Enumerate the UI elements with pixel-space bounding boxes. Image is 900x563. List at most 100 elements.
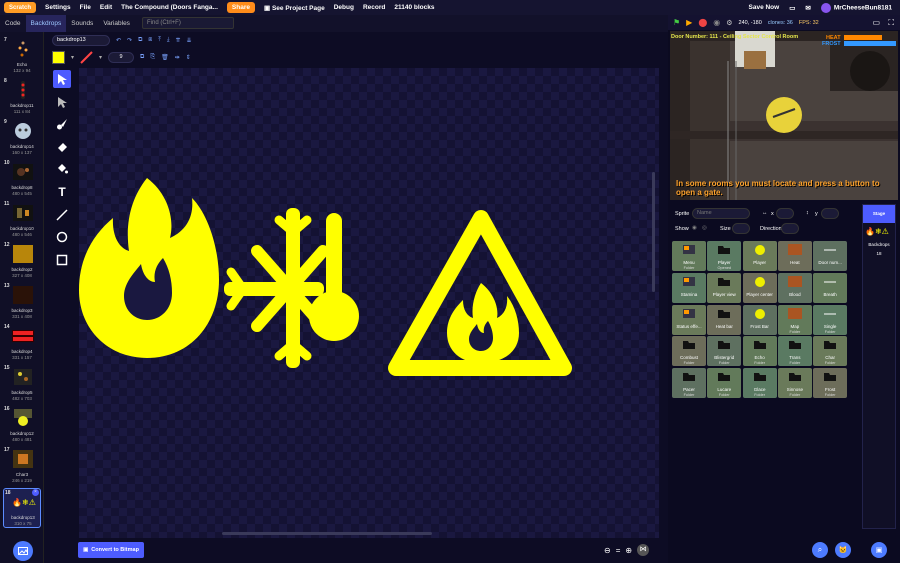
- horizontal-scrollbar[interactable]: [222, 532, 432, 535]
- sprite-tile[interactable]: Player center: [742, 272, 777, 303]
- brush-tool[interactable]: [53, 115, 71, 133]
- convert-to-bitmap-button[interactable]: ▣ Convert to Bitmap: [78, 542, 144, 558]
- sprite-tile[interactable]: Player view: [707, 272, 742, 303]
- paste-icon[interactable]: ⎘: [150, 54, 155, 61]
- sprite-tile[interactable]: Glace Folder: [742, 368, 777, 399]
- backward-icon[interactable]: ⤓: [167, 37, 170, 44]
- flip-vertical-icon[interactable]: ⇕: [186, 54, 191, 61]
- paint-canvas[interactable]: [79, 68, 659, 538]
- debug-button[interactable]: Debug: [334, 4, 354, 11]
- menu-file[interactable]: File: [80, 4, 91, 11]
- mail-icon[interactable]: ✉: [805, 4, 810, 12]
- sprite-tile[interactable]: Frost Bar: [742, 304, 777, 335]
- flip-horizontal-icon[interactable]: ⇹: [175, 54, 180, 61]
- zoom-in-icon[interactable]: ⊕: [625, 546, 632, 555]
- copy-icon[interactable]: ⧉: [140, 54, 144, 61]
- sprite-tile[interactable]: Echo Folder: [742, 336, 777, 367]
- chevron-down-icon[interactable]: ▾: [99, 54, 102, 61]
- hide-eye-icon[interactable]: ◎: [702, 225, 707, 231]
- sprite-tile[interactable]: Heat bar: [707, 304, 742, 335]
- reshape-tool[interactable]: [53, 93, 71, 111]
- save-now-button[interactable]: Save Now: [749, 4, 780, 11]
- stroke-width-input[interactable]: 9: [108, 51, 135, 63]
- add-backdrop-button[interactable]: [13, 541, 33, 561]
- list-item[interactable]: 16 backdrop12 480 x 481: [3, 405, 41, 445]
- find-input[interactable]: Find (Ctrl+F): [142, 17, 234, 29]
- list-item[interactable]: 17 Char3 246 x 219: [3, 446, 41, 486]
- text-tool[interactable]: T: [53, 183, 71, 201]
- front-icon[interactable]: ⇈: [176, 37, 181, 44]
- line-tool[interactable]: [53, 206, 71, 224]
- turbo-icon[interactable]: ◉: [713, 18, 720, 27]
- stage-tab[interactable]: Stage: [863, 205, 895, 223]
- stop-icon[interactable]: ⬤: [698, 18, 707, 27]
- scratch-logo[interactable]: Scratch: [4, 2, 36, 13]
- add-sprite-button[interactable]: 🐱: [835, 542, 851, 558]
- zoom-out-icon[interactable]: ⊖: [604, 546, 611, 555]
- eraser-tool[interactable]: [53, 138, 71, 156]
- forward-icon[interactable]: ⤒: [158, 37, 161, 44]
- size-input[interactable]: [732, 223, 750, 234]
- see-project-page-button[interactable]: ▣ See Project Page: [264, 4, 325, 12]
- group-icon[interactable]: ⧉: [138, 37, 142, 44]
- ungroup-icon[interactable]: ⧈: [148, 37, 152, 44]
- zoom-reset-icon[interactable]: =: [616, 546, 621, 555]
- undo-icon[interactable]: ↶: [116, 37, 121, 44]
- chevron-down-icon[interactable]: ▾: [71, 54, 74, 61]
- costume-name-input[interactable]: backdrop13: [52, 34, 110, 46]
- project-title[interactable]: The Compound (Doors Fanga...: [121, 4, 218, 11]
- sprite-tile[interactable]: Player: [742, 241, 777, 271]
- sprite-tile[interactable]: Lucare Folder: [707, 368, 742, 399]
- tab-code[interactable]: Code: [0, 15, 26, 32]
- search-sprite-button[interactable]: ⌕: [812, 542, 828, 558]
- sprite-tile[interactable]: Pacer Folder: [672, 368, 706, 399]
- list-item[interactable]: 18 × 🔥❄⚠ backdrop13 310 x 75: [3, 488, 41, 528]
- small-stage-icon[interactable]: ▭: [872, 18, 880, 27]
- add-backdrop-stage-button[interactable]: ▣: [871, 542, 887, 558]
- sprite-tile[interactable]: Menu Folder: [672, 241, 706, 271]
- sprite-tile[interactable]: Trans Folder: [777, 336, 812, 367]
- y-input[interactable]: [821, 208, 839, 219]
- rectangle-tool[interactable]: [53, 251, 71, 269]
- color-picker-icon[interactable]: ⋈: [637, 544, 650, 556]
- list-item[interactable]: 13 backdrop3 331 x 408: [3, 282, 41, 322]
- list-item[interactable]: 12 backdrop2 327 x 408: [3, 241, 41, 281]
- sprite-tile[interactable]: Char Folder: [813, 336, 848, 367]
- list-item[interactable]: 15 backdrop5 482 x 703: [3, 364, 41, 404]
- sprite-name-input[interactable]: Name: [692, 208, 750, 219]
- tab-backdrops[interactable]: Backdrops: [25, 15, 67, 32]
- circle-tool[interactable]: [53, 228, 71, 246]
- x-input[interactable]: [776, 208, 794, 219]
- tab-variables[interactable]: Variables: [98, 15, 135, 32]
- sprite-tile[interactable]: Blood: [777, 272, 812, 303]
- sprite-tile[interactable]: Player Opened: [707, 241, 742, 271]
- list-item[interactable]: 10 backdrop8 480 x 545: [3, 159, 41, 199]
- settings-icon[interactable]: ⚙: [726, 19, 732, 27]
- menu-settings[interactable]: Settings: [45, 4, 71, 11]
- redo-icon[interactable]: ↷: [127, 37, 132, 44]
- sprite-tile[interactable]: Heat: [777, 241, 812, 271]
- outline-color-swatch[interactable]: [80, 50, 93, 64]
- pause-icon[interactable]: ▶: [686, 18, 692, 27]
- fill-color-swatch[interactable]: [52, 50, 65, 64]
- record-button[interactable]: Record: [363, 4, 385, 11]
- user-menu[interactable]: MrCheeseBun8181: [820, 2, 892, 13]
- direction-input[interactable]: [781, 223, 799, 234]
- sprite-tile[interactable]: Sinnose Folder: [777, 368, 812, 399]
- share-button[interactable]: Share: [226, 2, 255, 13]
- sprite-tile[interactable]: Stamina: [672, 272, 706, 303]
- folder-icon[interactable]: ▭: [789, 4, 795, 12]
- fullscreen-icon[interactable]: ⛶: [888, 18, 894, 28]
- fill-tool[interactable]: [53, 160, 71, 178]
- menu-edit[interactable]: Edit: [100, 4, 112, 11]
- stage-view[interactable]: Door Number: 111 - Ceiling Sector Contro…: [670, 31, 898, 200]
- back-icon[interactable]: ⇊: [187, 37, 192, 44]
- sprite-tile[interactable]: Frost Folder: [813, 368, 848, 399]
- sprite-tile[interactable]: Combust Folder: [672, 336, 706, 367]
- sprite-tile[interactable]: Map Folder: [777, 304, 812, 335]
- sprite-tile[interactable]: Door num...: [813, 241, 848, 271]
- show-eye-icon[interactable]: ◉: [692, 225, 697, 231]
- list-item[interactable]: 7 Echo 132 x 94: [3, 36, 41, 76]
- sprite-tile[interactable]: Blistergrid Folder: [707, 336, 742, 367]
- list-item[interactable]: 14 backdrop4 331 x 157: [3, 323, 41, 363]
